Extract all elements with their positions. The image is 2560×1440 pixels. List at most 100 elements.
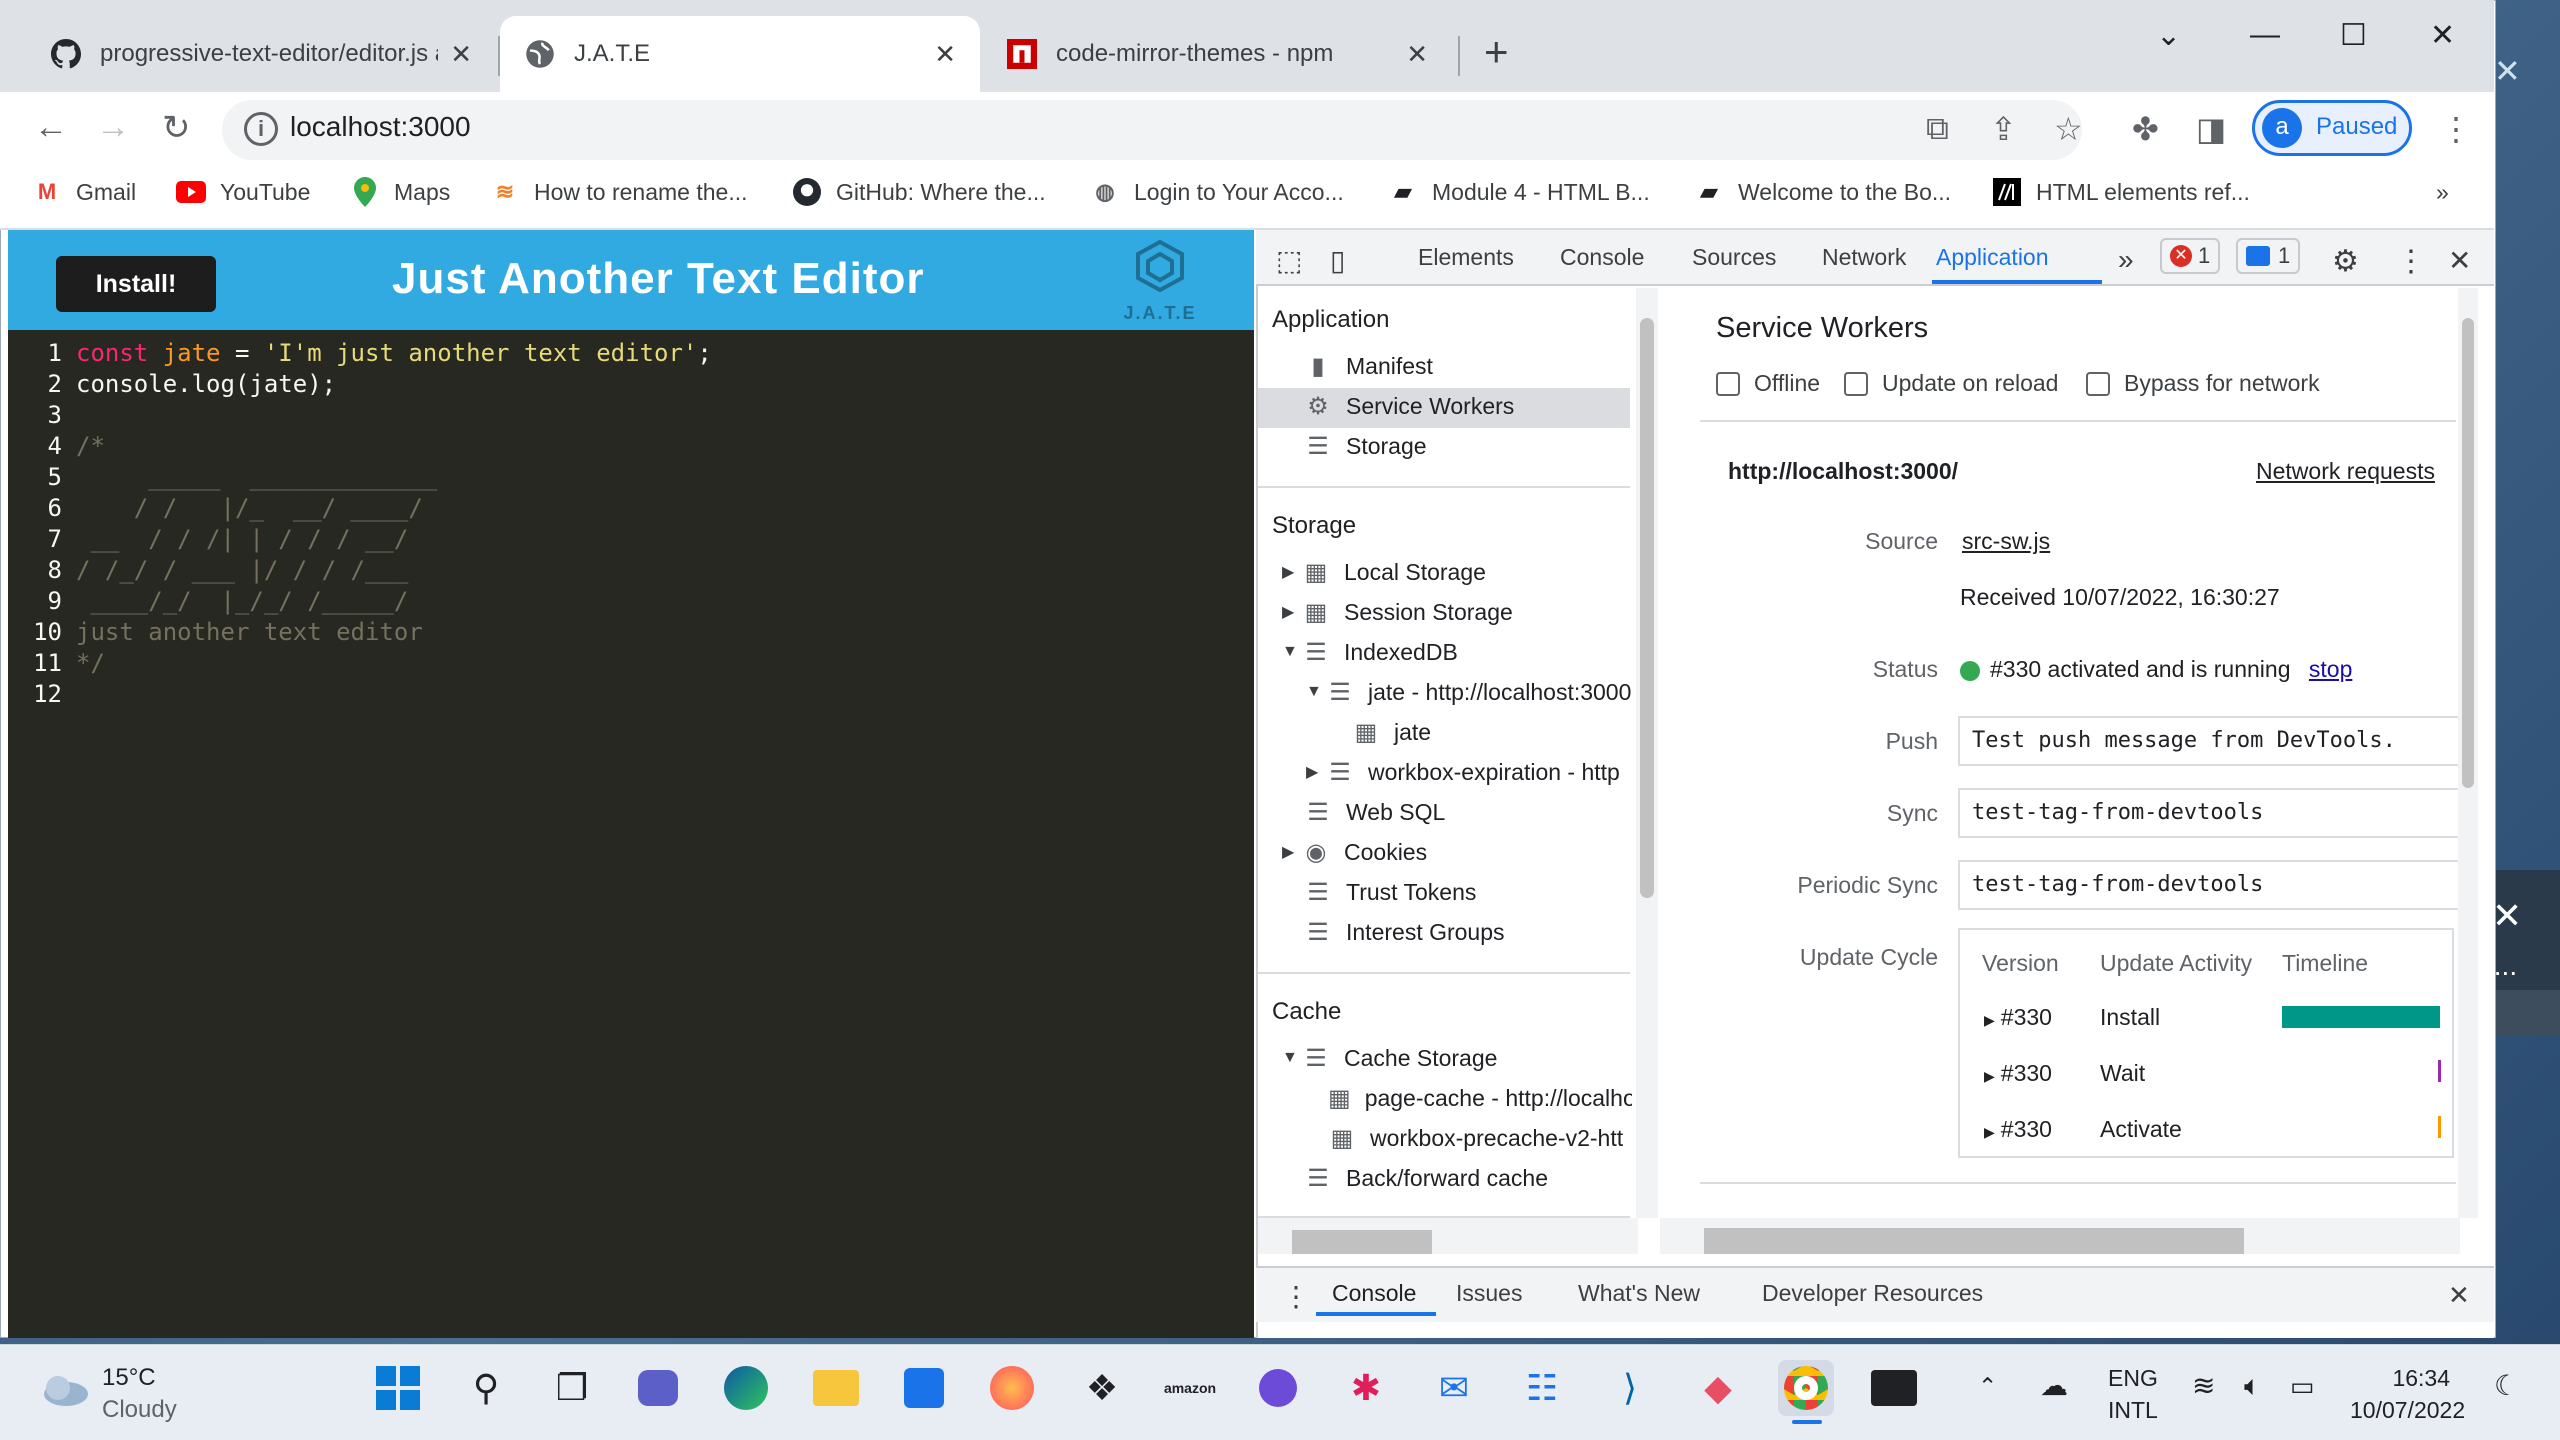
sidebar-item-local-storage[interactable]: ▶ ▦ Local Storage [1282, 558, 1486, 586]
bookmark-maps[interactable]: Maps [350, 172, 450, 212]
sidebar-item-storage[interactable]: ☰ Storage [1304, 432, 1426, 460]
address-bar[interactable] [222, 100, 2082, 160]
sidebar-item-interest-groups[interactable]: ☰ Interest Groups [1304, 918, 1504, 946]
sidebar-hscroll-thumb[interactable] [1292, 1230, 1432, 1254]
update-row-version[interactable]: ▶ #330 [1984, 1116, 2052, 1143]
battery-icon[interactable]: ▭ [2290, 1370, 2315, 1402]
network-requests-link[interactable]: Network requests [2256, 458, 2435, 485]
site-info-icon[interactable]: i [244, 112, 278, 146]
forward-arrow-icon[interactable]: → [96, 108, 130, 147]
vscode-icon[interactable]: ⟩ [1602, 1360, 1658, 1416]
terminal-icon[interactable] [1866, 1360, 1922, 1416]
app-moon-icon[interactable] [1250, 1360, 1306, 1416]
drawer-tab-console[interactable]: Console [1332, 1280, 1416, 1307]
device-toolbar-icon[interactable]: ▯ [1330, 244, 1345, 277]
tray-overflow-chevron-icon[interactable]: ⌃ [1978, 1370, 1997, 1402]
sidebar-item-jate-db[interactable]: ▼ ☰ jate - http://localhost:3000 [1306, 678, 1632, 706]
periodic-sync-input[interactable]: test-tag-from-devtools [1958, 860, 2478, 910]
sync-input[interactable]: test-tag-from-devtools [1958, 788, 2478, 838]
tab-github[interactable]: progressive-text-editor/editor.js at mai… [26, 16, 496, 92]
minimize-icon[interactable]: — [2250, 18, 2280, 52]
mail-icon[interactable]: ✉ [1426, 1360, 1482, 1416]
code-line[interactable]: 2 console.log(jate); [20, 369, 712, 400]
bookmark-rename[interactable]: ≋ How to rename the... [490, 172, 748, 212]
update-row-version[interactable]: ▶ #330 [1984, 1060, 2052, 1087]
update-row-version[interactable]: ▶ #330 [1984, 1004, 2052, 1031]
stop-link[interactable]: stop [2309, 656, 2352, 682]
sidebar-item-workbox-expiration[interactable]: ▶ ☰ workbox-expiration - http [1306, 758, 1632, 786]
sidebar-item-service-workers[interactable]: ⚙ Service Workers [1304, 392, 1514, 420]
wifi-icon[interactable]: ≋ [2192, 1370, 2215, 1402]
tab-sources[interactable]: Sources [1692, 244, 1776, 271]
file-explorer-icon[interactable] [808, 1360, 864, 1416]
close-window-icon[interactable]: ✕ [2430, 18, 2455, 53]
inspect-element-icon[interactable]: ⬚ [1276, 244, 1302, 277]
search-icon[interactable]: ⚲ [458, 1360, 514, 1416]
chat-icon[interactable] [630, 1360, 686, 1416]
code-line[interactable]: 12 [20, 679, 712, 710]
volume-icon[interactable]: 🔈︎ [2244, 1370, 2261, 1402]
push-input[interactable]: Test push message from DevTools. [1958, 716, 2478, 766]
bookmark-welcome[interactable]: ▰ Welcome to the Bo... [1694, 172, 1952, 212]
bookmark-module4[interactable]: ▰ Module 4 - HTML B... [1388, 172, 1650, 212]
store-icon[interactable] [896, 1360, 952, 1416]
sidebar-item-cookies[interactable]: ▶ ◉ Cookies [1282, 838, 1427, 866]
maximize-icon[interactable]: ☐ [2340, 18, 2367, 53]
new-tab-plus-icon[interactable]: + [1484, 30, 1509, 74]
sidebar-item-page-cache[interactable]: ▦ page-cache - http://localhost [1328, 1084, 1632, 1112]
weather-widget[interactable]: 15°C Cloudy [102, 1362, 177, 1426]
edge-icon[interactable] [718, 1360, 774, 1416]
dropbox-icon[interactable]: ❖ [1074, 1360, 1130, 1416]
code-line[interactable]: 11 */ [20, 648, 712, 679]
security-icon[interactable]: ☁ [2040, 1370, 2068, 1402]
panel-scroll-thumb[interactable] [2462, 318, 2474, 788]
bookmark-html-elements[interactable]: HTML elements ref... [1992, 172, 2250, 212]
install-button[interactable]: Install! [56, 256, 216, 312]
code-line[interactable]: 10 just another text editor [20, 617, 712, 648]
update-on-reload-checkbox[interactable]: Update on reload [1844, 370, 2058, 397]
panel-hscroll-thumb[interactable] [1704, 1228, 2244, 1254]
sidebar-item-trust-tokens[interactable]: ☰ Trust Tokens [1304, 878, 1476, 906]
devtools-menu-icon[interactable]: ⋮ [2396, 244, 2426, 279]
amazon-icon[interactable]: amazon [1162, 1360, 1218, 1416]
sidebar-scroll-thumb[interactable] [1640, 318, 1654, 898]
task-view-icon[interactable]: ❐ [544, 1360, 600, 1416]
address-url[interactable]: localhost:3000 [290, 111, 471, 143]
bookmark-login[interactable]: ◍ Login to Your Acco... [1090, 172, 1343, 212]
code-line[interactable]: 3 [20, 400, 712, 431]
code-line[interactable]: 4/* [20, 431, 712, 462]
sidebar-item-web-sql[interactable]: ☰ Web SQL [1304, 798, 1445, 826]
bookmark-gmail[interactable]: M Gmail [32, 172, 136, 212]
tab-elements[interactable]: Elements [1418, 244, 1514, 271]
kebab-menu-icon[interactable]: ⋮ [2440, 110, 2472, 148]
notepad-icon[interactable]: ☷ [1514, 1360, 1570, 1416]
tab-console[interactable]: Console [1560, 244, 1644, 271]
chrome-icon[interactable] [1778, 1360, 1834, 1416]
tab-close-icon[interactable]: ✕ [934, 39, 956, 70]
tab-search-chevron-icon[interactable]: ⌄ [2156, 18, 2181, 53]
source-link[interactable]: src-sw.js [1962, 528, 2050, 555]
side-panel-icon[interactable]: ◨ [2196, 110, 2226, 148]
bypass-for-network-checkbox[interactable]: Bypass for network [2086, 370, 2320, 397]
sidebar-item-cache-storage[interactable]: ▼ ☰ Cache Storage [1282, 1044, 1497, 1072]
back-arrow-icon[interactable]: ← [34, 108, 68, 147]
code-line[interactable]: 8/ /_/ / ___ |/ / / /___ [20, 555, 712, 586]
bookmark-youtube[interactable]: YouTube [176, 172, 310, 212]
reload-icon[interactable]: ↻ [162, 108, 191, 148]
clock[interactable]: 16:34 10/07/2022 [2350, 1362, 2465, 1426]
notifications-icon[interactable]: ☾ [2494, 1370, 2519, 1402]
drawer-tab-developer-resources[interactable]: Developer Resources [1762, 1280, 1983, 1307]
more-bookmarks-chevron[interactable]: » [2436, 172, 2449, 212]
sidebar-item-manifest[interactable]: ▮ Manifest [1304, 352, 1433, 380]
tab-jate[interactable]: J.A.T.E ✕ [500, 16, 980, 92]
code-line[interactable]: 6 / / |/_ __/ ____/ [20, 493, 712, 524]
offline-checkbox[interactable]: Offline [1716, 370, 1820, 397]
close-devtools-icon[interactable]: ✕ [2448, 244, 2471, 277]
drawer-menu-icon[interactable]: ⋮ [1282, 1280, 1310, 1313]
tab-application[interactable]: Application [1936, 244, 2049, 271]
app-diamond-icon[interactable]: ◆ [1690, 1360, 1746, 1416]
code-line[interactable]: 1 const jate = 'I'm just another text edi… [20, 338, 712, 369]
drawer-tab-issues[interactable]: Issues [1456, 1280, 1522, 1307]
extensions-puzzle-icon[interactable]: ✤ [2132, 110, 2159, 148]
bookmark-github[interactable]: GitHub: Where the... [792, 172, 1046, 212]
